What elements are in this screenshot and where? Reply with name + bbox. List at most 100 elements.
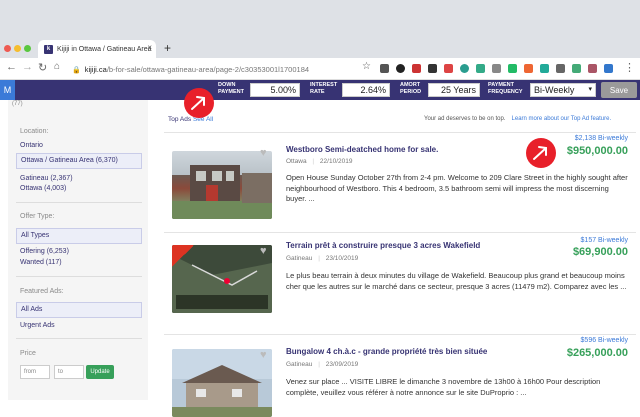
browser-tab[interactable]: k Kijiji in Ottawa / Gatineau Area × [38,40,156,58]
minimize-window-button[interactable] [14,45,21,52]
divider [16,338,142,339]
heart-icon[interactable]: ♥ [260,245,267,257]
listing-description: Venez sur place ... VISITE LIBRE le dima… [286,377,601,397]
extension-icon[interactable] [604,64,613,73]
listing-image[interactable] [172,245,272,313]
extension-icon[interactable] [396,64,405,73]
down-payment-input[interactable]: 5.00% [250,83,300,97]
location-item-gatineau[interactable]: Gatineau (2,367) [20,175,73,182]
bookmark-star-icon[interactable]: ☆ [362,61,371,72]
listing-title[interactable]: Terrain prêt à construire presque 3 acre… [286,241,480,250]
close-tab-icon[interactable]: × [147,43,152,52]
url-domain: kijiji.ca [84,65,107,74]
payment-frequency-select[interactable]: Bi-Weekly ▾ [530,83,596,97]
save-button[interactable]: Save [601,82,637,98]
listing-image[interactable] [172,151,272,219]
browser-nav-bar: ← → ↻ ⌂ 🔒 kijiji.ca/b-for-sale/ottawa-ga… [0,58,640,80]
address-bar[interactable]: 🔒 kijiji.ca/b-for-sale/ottawa-gatineau-a… [72,62,342,77]
extension-icon[interactable] [428,64,437,73]
heart-icon[interactable]: ♥ [260,147,267,159]
featured-item-all-ads[interactable]: All Ads [16,302,142,318]
extension-icon[interactable] [492,64,501,73]
interest-rate-input[interactable]: 2.64% [342,83,390,97]
chevron-down-icon: ▾ [588,86,592,93]
listing-title[interactable]: Westboro Semi-deatched home for sale. [286,145,438,154]
heart-icon[interactable]: ♥ [260,349,267,361]
location-item-ottawa-gatineau[interactable]: Ottawa / Gatineau Area (6,370) [16,153,142,169]
new-tab-icon[interactable]: + [164,41,171,55]
extension-icon[interactable] [444,64,453,73]
extension-icon[interactable] [380,64,389,73]
price-to-input[interactable]: to [54,365,84,379]
listing-price: $69,900.00 [572,246,628,258]
sidebar-count: (77) [12,101,23,107]
bungalow-photo [172,349,272,417]
listing-card[interactable]: ♥ Terrain prêt à construire presque 3 ac… [164,232,636,332]
maximize-window-button[interactable] [24,45,31,52]
listing-price: $950,000.00 [566,145,628,157]
highlight-arrow-icon [526,138,556,168]
listing-description: Le plus beau terrain à deux minutes du v… [286,271,627,291]
house-photo [172,165,272,219]
extension-icon[interactable] [572,64,581,73]
extension-icon[interactable] [476,64,485,73]
extension-icon[interactable] [556,64,565,73]
tab-title: Kijiji in Ottawa / Gatineau Area [57,45,152,53]
listing-location: Gatineau [286,255,313,262]
divider [16,202,142,203]
amort-period-input[interactable]: 25 Years [428,83,480,97]
featured-ads-heading: Featured Ads: [20,288,64,295]
listing-date: 23/09/2019 [325,361,359,368]
biweekly-payment: $157 Bi-weekly [580,237,628,244]
reload-icon[interactable]: ↻ [38,61,47,74]
listing-card[interactable]: ♥ Westboro Semi-deatched home for sale. … [164,132,636,230]
browser-menu-icon[interactable]: ⋮ [624,61,635,74]
biweekly-payment: $596 Bi-weekly [580,337,628,344]
sold-ribbon-icon [172,245,194,267]
price-heading: Price [20,350,36,357]
listing-date: 23/10/2019 [325,255,359,262]
featured-item-urgent-ads[interactable]: Urgent Ads [20,322,55,329]
offer-item-all-types[interactable]: All Types [16,228,142,244]
toolbar-logo[interactable]: M [0,80,15,100]
listing-date: 22/10/2019 [319,158,353,165]
payment-frequency-label: PAYMENT FREQUENCY [488,82,523,95]
lock-icon: 🔒 [72,66,81,74]
price-from-input[interactable]: from [20,365,50,379]
extension-icon[interactable] [460,64,469,73]
divider [16,276,142,277]
home-icon[interactable]: ⌂ [54,61,60,72]
top-ad-note: Your ad deserves to be on top. [424,116,506,122]
url-path: /b-for-sale/ottawa-gatineau-area/page-2/… [106,65,310,74]
offer-item-offering[interactable]: Offering (6,253) [20,248,69,255]
payment-frequency-value: Bi-Weekly [534,85,575,95]
location-item-ontario[interactable]: Ontario [20,142,43,149]
listing-description: Open House Sunday October 27th from 2-4 … [286,173,628,203]
top-ads-header: Top Ads See All [168,116,213,123]
extension-icon[interactable] [588,64,597,73]
extension-icon[interactable] [412,64,421,73]
top-ad-learn-more-link[interactable]: Learn more about our Top Ad feature. [512,116,612,122]
listing-location: Ottawa [286,158,307,165]
down-payment-label: DOWN PAYMENT [218,82,244,95]
update-button[interactable]: Update [86,365,114,379]
close-window-button[interactable] [4,45,11,52]
highlight-arrow-icon [184,88,214,118]
extension-icon[interactable] [508,64,517,73]
mortgage-toolbar: M DOWN PAYMENT 5.00% INTEREST RATE 2.64%… [0,80,640,100]
forward-icon[interactable]: → [22,61,33,73]
listing-card[interactable]: ♥ Bungalow 4 ch.à.c - grande propriété t… [164,334,636,417]
listing-image[interactable] [172,349,272,417]
back-icon[interactable]: ← [6,61,17,73]
location-item-ottawa[interactable]: Ottawa (4,003) [20,185,66,192]
top-ad-promo: Your ad deserves to be on top. Learn more… [424,116,611,122]
amort-period-label: AMORT PERIOD [400,82,422,95]
extension-icon[interactable] [540,64,549,73]
listing-location: Gatineau [286,361,313,368]
location-heading: Location: [20,128,49,135]
listing-title[interactable]: Bungalow 4 ch.à.c - grande propriété trè… [286,347,487,356]
offer-type-heading: Offer Type: [20,213,55,220]
extension-icon[interactable] [524,64,533,73]
top-ads-label: Top Ads [168,116,192,123]
offer-item-wanted[interactable]: Wanted (117) [20,259,62,266]
